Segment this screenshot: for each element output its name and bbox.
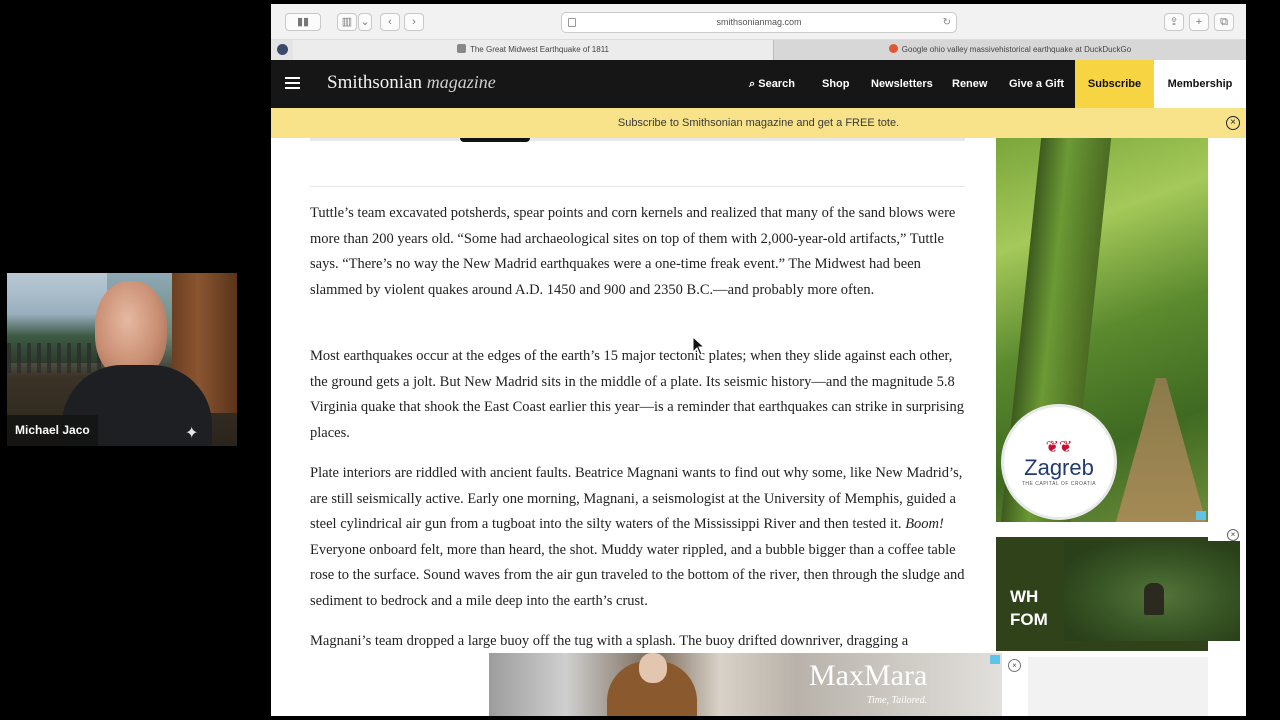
- promo-banner[interactable]: Subscribe to Smithsonian magazine and ge…: [271, 108, 1246, 138]
- video-figure: [1144, 583, 1164, 615]
- top-image-fragment: [460, 138, 530, 142]
- forward-icon[interactable]: ›: [404, 13, 424, 31]
- smithsonian-favicon-icon: [456, 44, 466, 53]
- tab-bar: The Great Midwest Earthquake of 1811 Goo…: [271, 40, 1246, 60]
- video-ad-text: WH FOM: [1010, 585, 1048, 631]
- maxmara-ad[interactable]: MaxMara Time, Tailored.: [489, 653, 1002, 716]
- browser-toolbar: ▮▮ ▥ ⌄ ‹ › smithsonianmag.com ↻ ⇪ + ⧉: [271, 4, 1246, 40]
- tab-title: The Great Midwest Earthquake of 1811: [469, 45, 610, 54]
- faded-ad-placeholder: [1028, 657, 1208, 716]
- article-paragraph: Most earthquakes occur at the edges of t…: [310, 348, 964, 441]
- address-bar[interactable]: smithsonianmag.com ↻: [561, 12, 957, 33]
- article-paragraph: Plate interiors are riddled with ancient…: [310, 465, 965, 609]
- subscribe-button[interactable]: Subscribe: [1075, 60, 1154, 108]
- share-icon[interactable]: ⇪: [1164, 13, 1184, 31]
- article-paragraph: Tuttle’s team excavated potsherds, spear…: [310, 205, 956, 298]
- adchoices-icon[interactable]: [990, 655, 1000, 664]
- article-paragraph: Magnani’s team dropped a large buoy off …: [310, 633, 909, 649]
- site-header: Smithsonian magazine ⌕ Search Shop Newsl…: [271, 60, 1246, 108]
- promo-text: Subscribe to Smithsonian magazine and ge…: [617, 117, 900, 129]
- nav-search[interactable]: ⌕ Search: [749, 60, 795, 108]
- back-icon[interactable]: ‹: [380, 13, 400, 31]
- article-body: ▲ Tuttle’s team excavated potsherds, spe…: [310, 138, 965, 716]
- pinned-tab-icon[interactable]: [277, 44, 288, 55]
- close-icon[interactable]: ×: [1008, 659, 1021, 672]
- video-ad-line2: FOM: [1010, 610, 1048, 629]
- reload-icon[interactable]: ↻: [943, 13, 951, 32]
- ad-forest-path: [1116, 378, 1206, 522]
- ad-model-face: [639, 653, 667, 683]
- maxmara-tagline: Time, Tailored.: [867, 695, 928, 706]
- tab-duckduckgo-search[interactable]: Google ohio valley massivehistorical ear…: [773, 40, 1246, 60]
- adchoices-icon[interactable]: [1196, 511, 1206, 520]
- close-icon[interactable]: ×: [1227, 529, 1239, 541]
- eagle-logo-icon: ✦: [185, 425, 199, 442]
- zagreb-ad[interactable]: ❦❦ Zagreb THE CAPITAL OF CROATIA: [996, 138, 1208, 522]
- membership-button[interactable]: Membership: [1154, 60, 1246, 108]
- nav-newsletters[interactable]: Newsletters: [871, 60, 933, 108]
- page-icon: [568, 18, 576, 27]
- heart-flower-icon: ❦❦: [1045, 439, 1073, 456]
- video-ad-line1: WH: [1010, 587, 1039, 606]
- nav-renew[interactable]: Renew: [952, 60, 987, 108]
- nav-give-gift[interactable]: Give a Gift: [1009, 60, 1064, 108]
- logo-suffix: magazine: [426, 72, 496, 92]
- tab-title: Google ohio valley massivehistorical ear…: [901, 45, 1132, 54]
- chevron-down-icon[interactable]: ⌄: [358, 13, 372, 31]
- floating-video-player[interactable]: [1064, 541, 1240, 641]
- divider: [310, 186, 965, 187]
- top-image-edge: [310, 138, 965, 141]
- nav-search-label: Search: [758, 78, 795, 90]
- new-tab-icon[interactable]: +: [1189, 13, 1209, 31]
- url-text: smithsonianmag.com: [716, 17, 802, 27]
- search-icon: ⌕: [749, 78, 756, 90]
- webcam-name-label: Michael Jaco: [7, 415, 98, 446]
- zagreb-brand: Zagreb: [1024, 455, 1094, 480]
- profile-icon[interactable]: ▮▮: [285, 13, 321, 31]
- zagreb-caption: THE CAPITAL OF CROATIA: [1021, 481, 1097, 487]
- browser-window: ▮▮ ▥ ⌄ ‹ › smithsonianmag.com ↻ ⇪ + ⧉ Th…: [271, 4, 1246, 716]
- logo-text: Smithsonian: [327, 72, 423, 93]
- mouse-cursor-icon: [692, 335, 706, 361]
- duckduckgo-favicon-icon: [888, 44, 898, 53]
- tab-great-midwest-earthquake[interactable]: The Great Midwest Earthquake of 1811: [293, 40, 773, 60]
- site-logo[interactable]: Smithsonian magazine: [327, 72, 496, 94]
- zagreb-badge: ❦❦ Zagreb THE CAPITAL OF CROATIA: [1001, 404, 1117, 520]
- webcam-overlay: ✦ Michael Jaco: [7, 273, 237, 446]
- sidebar-icon[interactable]: ▥: [337, 13, 357, 31]
- close-icon[interactable]: ×: [1226, 116, 1240, 130]
- menu-icon[interactable]: [285, 77, 300, 89]
- nav-shop[interactable]: Shop: [822, 60, 850, 108]
- tab-overview-icon[interactable]: ⧉: [1214, 13, 1234, 31]
- maxmara-brand: MaxMara: [809, 659, 928, 692]
